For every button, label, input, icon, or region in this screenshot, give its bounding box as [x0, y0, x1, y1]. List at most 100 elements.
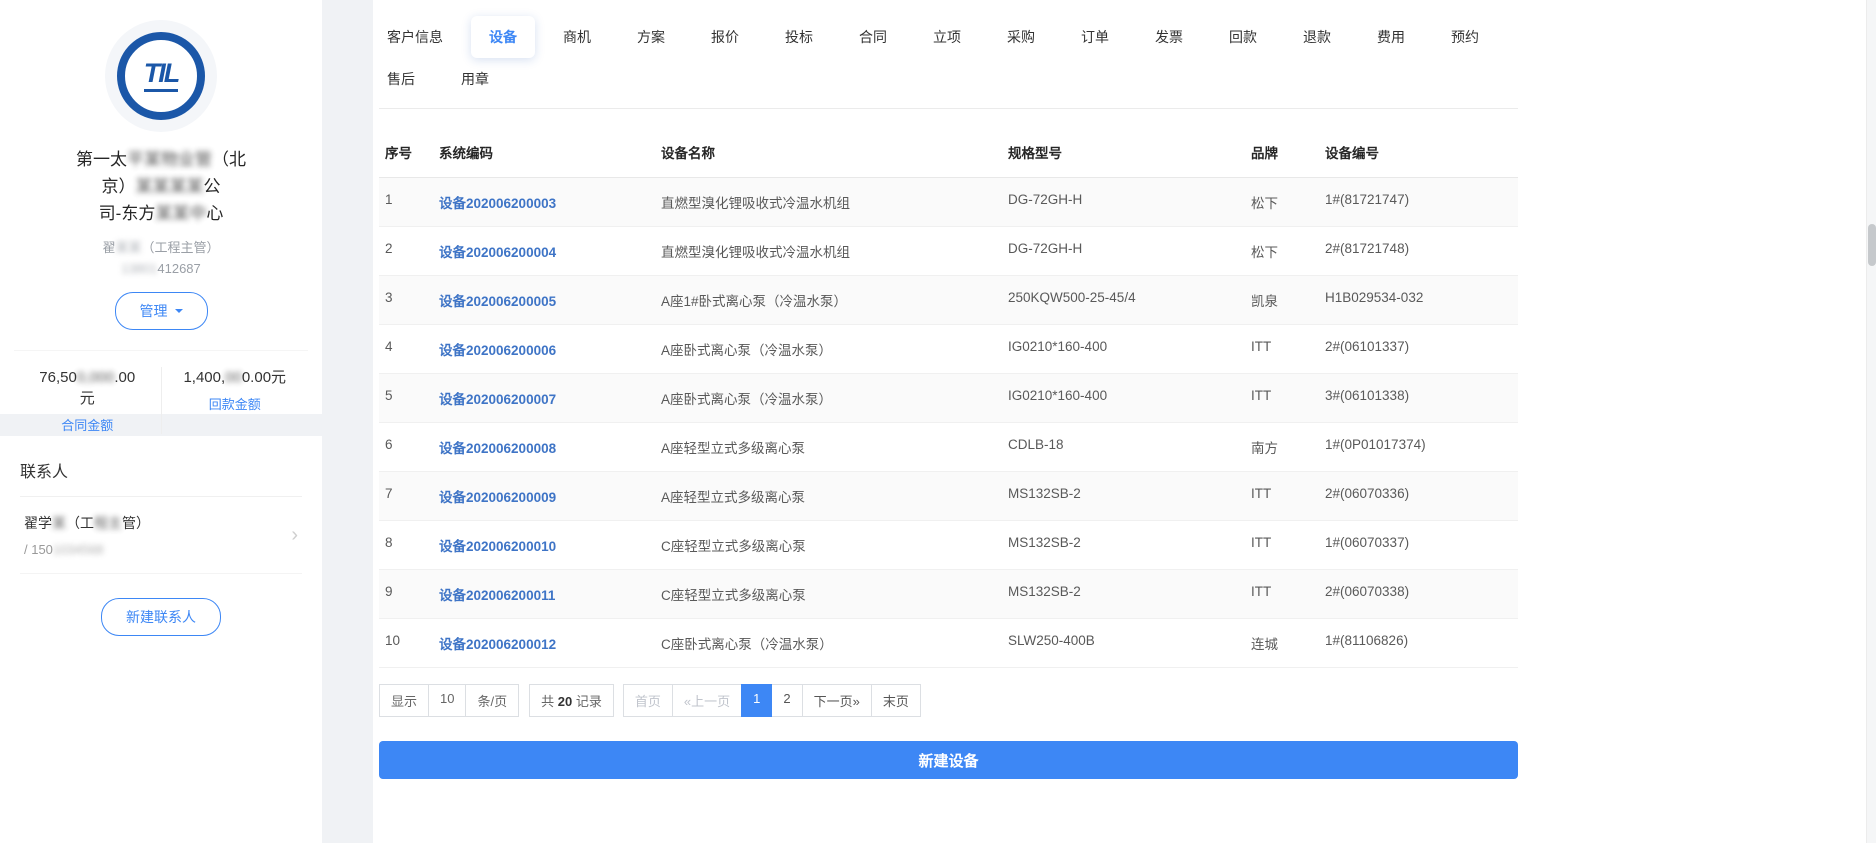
contacts-title: 联系人 [20, 458, 302, 497]
table-header-cell: 系统编码 [439, 146, 493, 161]
cell-index: 1 [385, 192, 393, 207]
pagination-item[interactable]: 2 [771, 684, 803, 717]
table-header-row: 序号 系统编码 设备名称 规格型号 品牌 设备编号 [379, 127, 1518, 178]
cell-device-name: 直燃型溴化锂吸收式冷温水机组 [661, 245, 850, 260]
cell-device-name: 直燃型溴化锂吸收式冷温水机组 [661, 196, 850, 211]
total-records: 共 20 记录 [529, 684, 614, 717]
cell-index: 4 [385, 339, 393, 354]
app: TIL 第一太平某物业管（北 京）某某某某公 司-东方某某中心 翟某某（工程主管… [0, 0, 1876, 843]
cell-serial: 1#(06070337) [1325, 535, 1410, 550]
device-code-link[interactable]: 设备202006200005 [439, 294, 556, 309]
page-size-value[interactable]: 10 [428, 684, 467, 717]
pagination-item[interactable]: 首页 [622, 684, 673, 717]
cell-index: 2 [385, 241, 393, 256]
new-contact-button[interactable]: 新建联系人 [101, 598, 221, 636]
tab-item[interactable]: 投标 [785, 16, 813, 58]
cell-brand: 松下 [1251, 245, 1278, 260]
tab-label: 商机 [563, 29, 591, 45]
tab-item[interactable]: 退款 [1303, 16, 1331, 58]
tab-item[interactable]: 订单 [1081, 16, 1109, 58]
cell-device-name: A座轻型立式多级离心泵 [661, 441, 806, 456]
tab-item[interactable]: 预约 [1451, 16, 1479, 58]
company-name-line: 京）某某某某公 [101, 177, 221, 196]
tab-item[interactable]: 报价 [711, 16, 739, 58]
table-row: 7 设备202006200009 A座轻型立式多级离心泵 MS132SB-2 I… [379, 472, 1518, 521]
tab-item[interactable]: 商机 [563, 16, 591, 58]
pagination-item[interactable]: «上一页 [671, 684, 743, 717]
device-code-link[interactable]: 设备202006200010 [439, 539, 556, 554]
tab-item[interactable]: 用章 [461, 58, 489, 100]
page-size-group: 显示 10 条/页 [379, 684, 520, 717]
cell-serial: 2#(06070336) [1325, 486, 1410, 501]
device-code-link[interactable]: 设备202006200007 [439, 392, 556, 407]
payment-amount-label[interactable]: 回款金额 [166, 394, 305, 413]
tab-item[interactable]: 采购 [1007, 16, 1035, 58]
cell-index: 8 [385, 535, 393, 550]
tab-item[interactable]: 客户信息 [387, 16, 443, 58]
cell-serial: 2#(81721748) [1325, 241, 1410, 256]
tab-label: 设备 [489, 29, 517, 45]
table-row: 8 设备202006200010 C座轻型立式多级离心泵 MS132SB-2 I… [379, 521, 1518, 570]
tab-label: 报价 [711, 29, 739, 45]
table-header-cell: 规格型号 [1008, 146, 1062, 161]
tab-label: 投标 [785, 29, 813, 45]
cell-device-name: A座卧式离心泵（冷温水泵） [661, 392, 833, 407]
device-code-link[interactable]: 设备202006200006 [439, 343, 556, 358]
tab-item[interactable]: 售后 [387, 58, 415, 100]
owner-line: 翟某某（工程主管） [102, 240, 220, 255]
cell-serial: H1B029534-032 [1325, 290, 1424, 305]
tab-label: 采购 [1007, 29, 1035, 45]
table-row: 3 设备202006200005 A座1#卧式离心泵（冷温水泵） 250KQW5… [379, 276, 1518, 325]
tab-label: 费用 [1377, 29, 1405, 45]
table-row: 10 设备202006200012 C座卧式离心泵（冷温水泵） SLW250-4… [379, 619, 1518, 668]
company-name-line: 第一太平某物业管（北 [76, 150, 246, 169]
tab-item[interactable]: 立项 [933, 16, 961, 58]
device-code-link[interactable]: 设备202006200004 [439, 245, 556, 260]
cell-brand: ITT [1251, 339, 1272, 354]
tab-item[interactable]: 费用 [1377, 16, 1405, 58]
cell-brand: 松下 [1251, 196, 1278, 211]
new-device-button[interactable]: 新建设备 [379, 741, 1518, 779]
cell-spec: 250KQW500-25-45/4 [1008, 290, 1136, 305]
table-row: 5 设备202006200007 A座卧式离心泵（冷温水泵） IG0210*16… [379, 374, 1518, 423]
tab-label: 方案 [637, 29, 665, 45]
cell-spec: CDLB-18 [1008, 437, 1064, 452]
cell-spec: DG-72GH-H [1008, 192, 1083, 207]
table-body: 1 设备202006200003 直燃型溴化锂吸收式冷温水机组 DG-72GH-… [379, 178, 1518, 668]
device-code-link[interactable]: 设备202006200008 [439, 441, 556, 456]
cell-serial: 3#(06101338) [1325, 388, 1410, 403]
tab-item[interactable]: 合同 [859, 16, 887, 58]
tab-item[interactable]: 方案 [637, 16, 665, 58]
scrollbar-thumb[interactable] [1868, 224, 1876, 266]
company-name-line: 司-东方某某中心 [98, 204, 224, 223]
device-table: 序号 系统编码 设备名称 规格型号 品牌 设备编号 1 设备2020062000… [379, 127, 1518, 668]
manage-button-label: 管理 [139, 303, 168, 319]
manage-button[interactable]: 管理 [114, 292, 208, 330]
cell-spec: IG0210*160-400 [1008, 339, 1108, 354]
pagination-item[interactable]: 1 [741, 684, 773, 717]
cell-serial: 1#(0P01017374) [1325, 437, 1426, 452]
table-header-cell: 设备编号 [1325, 146, 1379, 161]
tab-item[interactable]: 发票 [1155, 16, 1183, 58]
device-code-link[interactable]: 设备202006200009 [439, 490, 556, 505]
tab-label: 用章 [461, 71, 489, 87]
device-code-link[interactable]: 设备202006200012 [439, 637, 556, 652]
pagination-item[interactable]: 末页 [870, 684, 921, 717]
tab-label: 订单 [1081, 29, 1109, 45]
tab-item[interactable]: 回款 [1229, 16, 1257, 58]
tab-label: 合同 [859, 29, 887, 45]
new-contact-button-label: 新建联系人 [126, 609, 196, 625]
company-logo-text: TIL [143, 60, 180, 92]
table-row: 9 设备202006200011 C座轻型立式多级离心泵 MS132SB-2 I… [379, 570, 1518, 619]
device-code-link[interactable]: 设备202006200011 [439, 588, 555, 603]
cell-spec: MS132SB-2 [1008, 486, 1081, 501]
contact-list-item[interactable]: 翟学某（工程主管） / 1501034568 › [20, 497, 302, 574]
device-code-link[interactable]: 设备202006200003 [439, 196, 556, 211]
tab-item[interactable]: 设备 [471, 16, 535, 58]
caret-down-icon [174, 309, 183, 317]
pagination: 显示 10 条/页 共 20 记录 首页 «上一页 1 2 下一页» 末页 [379, 684, 1518, 717]
pagination-item[interactable]: 下一页» [801, 684, 872, 717]
scrollbar[interactable] [1866, 0, 1876, 843]
cell-index: 3 [385, 290, 393, 305]
cell-brand: ITT [1251, 584, 1272, 599]
